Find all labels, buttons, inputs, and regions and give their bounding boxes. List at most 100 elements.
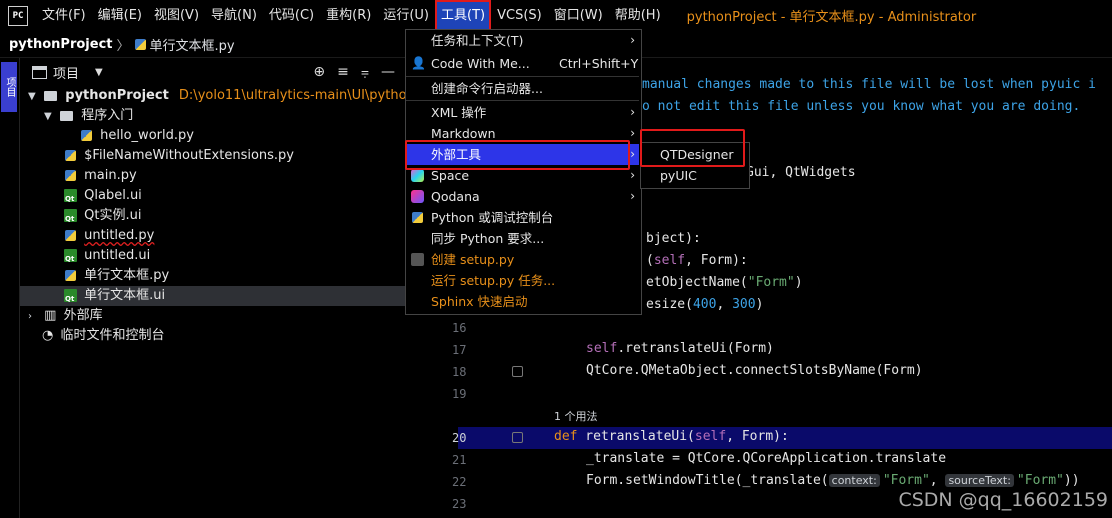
folder-icon xyxy=(44,90,58,101)
chevron-right-icon: › xyxy=(630,189,635,203)
menu-item-create-setup[interactable]: 创建 setup.py xyxy=(406,249,639,270)
qt-ui-file-icon xyxy=(64,189,77,209)
tree-item-project-root[interactable]: ▼ pythonProject D:\yolo11\ultralytics-ma… xyxy=(20,86,459,107)
chevron-right-icon: › xyxy=(630,126,635,140)
fold-marker-icon[interactable] xyxy=(512,432,523,443)
chevron-down-icon[interactable]: ▼ xyxy=(95,67,103,78)
menu-vcs[interactable]: VCS(S) xyxy=(491,0,548,31)
tree-item-label: hello_world.py xyxy=(100,128,194,143)
project-tool-tab[interactable]: 项目 xyxy=(1,62,17,112)
menu-item-markdown[interactable]: Markdown › xyxy=(406,123,639,144)
scratches-icon: ◔ xyxy=(42,328,54,343)
parameter-hint: sourceText: xyxy=(945,474,1014,487)
tree-item-scratches[interactable]: ◔ 临时文件和控制台 xyxy=(20,326,405,346)
qt-ui-file-icon xyxy=(64,249,77,269)
line-number: 19 xyxy=(452,387,467,401)
tree-item-file[interactable]: main.py xyxy=(20,166,405,186)
python-file-icon xyxy=(64,269,77,282)
menu-file[interactable]: 文件(F) xyxy=(36,0,92,31)
tree-item-label: Qt实例.ui xyxy=(84,208,142,223)
menu-refactor[interactable]: 重构(R) xyxy=(320,0,377,31)
code-line: Form.setWindowTitle(_translate(context: "… xyxy=(586,473,1080,488)
menu-tools[interactable]: 工具(T) xyxy=(435,0,492,31)
app-logo: PC xyxy=(8,5,28,26)
tree-item-file[interactable]: hello_world.py xyxy=(20,126,405,146)
menu-item-run-setup-task[interactable]: 运行 setup.py 任务... xyxy=(406,270,639,291)
code-line: _translate = QtCore.QCoreApplication.tra… xyxy=(586,451,947,466)
tree-item-label: untitled.ui xyxy=(84,248,151,263)
tree-item-label: 单行文本框.py xyxy=(84,268,170,283)
chevron-right-icon: 〉 xyxy=(116,38,130,54)
menu-item-tasks[interactable]: 任务和上下文(T) › xyxy=(406,30,639,51)
line-number: 20 xyxy=(452,431,467,445)
tree-item-file[interactable]: $FileNameWithoutExtensions.py xyxy=(20,146,405,166)
tree-item-label: untitled.py xyxy=(84,228,155,243)
menu-item-space[interactable]: Space › xyxy=(406,165,639,186)
menu-item-code-with-me[interactable]: 👤 Code With Me... Ctrl+Shift+Y xyxy=(406,53,639,74)
folder-icon xyxy=(60,110,74,121)
minimize-icon[interactable]: — xyxy=(381,64,395,80)
python-file-icon xyxy=(64,169,77,182)
menu-edit[interactable]: 编辑(E) xyxy=(92,0,148,31)
code-line: QtCore.QMetaObject.connectSlotsByName(Fo… xyxy=(586,363,923,378)
tree-item-file[interactable]: Qt实例.ui xyxy=(20,206,405,229)
line-number: 21 xyxy=(452,453,467,467)
qt-ui-file-icon xyxy=(64,209,77,229)
menu-item-xml-actions[interactable]: XML 操作 › xyxy=(406,102,639,123)
tree-item-file[interactable]: untitled.ui xyxy=(20,246,405,269)
shortcut-label: Ctrl+Shift+Y xyxy=(559,56,639,71)
locate-icon[interactable]: ⊕ xyxy=(313,64,325,80)
python-file-icon xyxy=(80,129,93,142)
menu-item-sync-requirements[interactable]: 同步 Python 要求... xyxy=(406,228,639,249)
watermark: CSDN @qq_16602159 xyxy=(898,489,1108,511)
submenu-item-qtdesigner[interactable]: QTDesigner xyxy=(641,144,747,165)
code-line: esize(400, 300) xyxy=(646,297,764,312)
chevron-right-icon[interactable]: › xyxy=(28,307,40,327)
tree-item-file[interactable]: untitled.py xyxy=(20,226,405,246)
chevron-down-icon[interactable]: ▼ xyxy=(44,107,56,127)
parameter-hint: context: xyxy=(828,474,880,487)
collapse-all-icon[interactable]: ⩦ xyxy=(361,64,369,80)
menu-navigate[interactable]: 导航(N) xyxy=(205,0,263,31)
library-icon: ▥ xyxy=(44,308,57,323)
python-file-icon xyxy=(134,38,147,51)
code-line: def retranslateUi(self, Form): xyxy=(554,429,789,444)
tree-item-file[interactable]: 单行文本框.py xyxy=(20,266,405,286)
fold-marker-icon[interactable] xyxy=(512,366,523,377)
menu-separator xyxy=(406,76,639,77)
tree-item-label: main.py xyxy=(84,168,137,183)
line-number: 16 xyxy=(452,321,467,335)
line-number: 18 xyxy=(452,365,467,379)
line-number: 23 xyxy=(452,497,467,511)
tree-item-file-selected[interactable]: 单行文本框.ui xyxy=(20,286,405,309)
menu-item-sphinx-quickstart[interactable]: Sphinx 快速启动 xyxy=(406,291,639,312)
breadcrumb-project[interactable]: pythonProject xyxy=(9,37,113,52)
panel-title: 项目 xyxy=(53,66,80,82)
tree-item-file[interactable]: Qlabel.ui xyxy=(20,186,405,209)
tree-item-folder[interactable]: ▼ 程序入门 xyxy=(20,106,405,126)
menu-window[interactable]: 窗口(W) xyxy=(548,0,609,31)
expand-all-icon[interactable]: ≡ xyxy=(337,64,349,80)
code-line: (self, Form): xyxy=(646,253,748,268)
menu-item-qodana[interactable]: Qodana › xyxy=(406,186,639,207)
tree-item-external-libraries[interactable]: › ▥ 外部库 xyxy=(20,306,405,326)
menu-item-create-launcher[interactable]: 创建命令行启动器... xyxy=(406,78,639,99)
menu-view[interactable]: 视图(V) xyxy=(148,0,205,31)
chevron-down-icon[interactable]: ▼ xyxy=(28,87,40,107)
window-icon xyxy=(32,65,47,79)
package-icon xyxy=(411,253,424,266)
submenu-item-pyuic[interactable]: pyUIC xyxy=(641,165,747,186)
menu-help[interactable]: 帮助(H) xyxy=(609,0,667,31)
breadcrumb-file[interactable]: 单行文本框.py xyxy=(150,35,235,54)
menu-item-external-tools[interactable]: 外部工具 › xyxy=(406,144,639,165)
window-title: pythonProject - 单行文本框.py - Administrator xyxy=(686,10,977,25)
chevron-right-icon: › xyxy=(630,105,635,119)
usage-hint[interactable]: 1 个用法 xyxy=(554,408,598,424)
menu-code[interactable]: 代码(C) xyxy=(263,0,320,31)
menu-bar: PC 文件(F) 编辑(E) 视图(V) 导航(N) 代码(C) 重构(R) 运… xyxy=(0,0,1112,31)
code-comment-line: manual changes made to this file will be… xyxy=(642,77,1096,92)
tree-item-label: 临时文件和控制台 xyxy=(60,328,165,343)
menu-run[interactable]: 运行(U) xyxy=(377,0,435,31)
tree-item-label: $FileNameWithoutExtensions.py xyxy=(84,148,294,163)
menu-item-python-console[interactable]: Python 或调试控制台 xyxy=(406,207,639,228)
